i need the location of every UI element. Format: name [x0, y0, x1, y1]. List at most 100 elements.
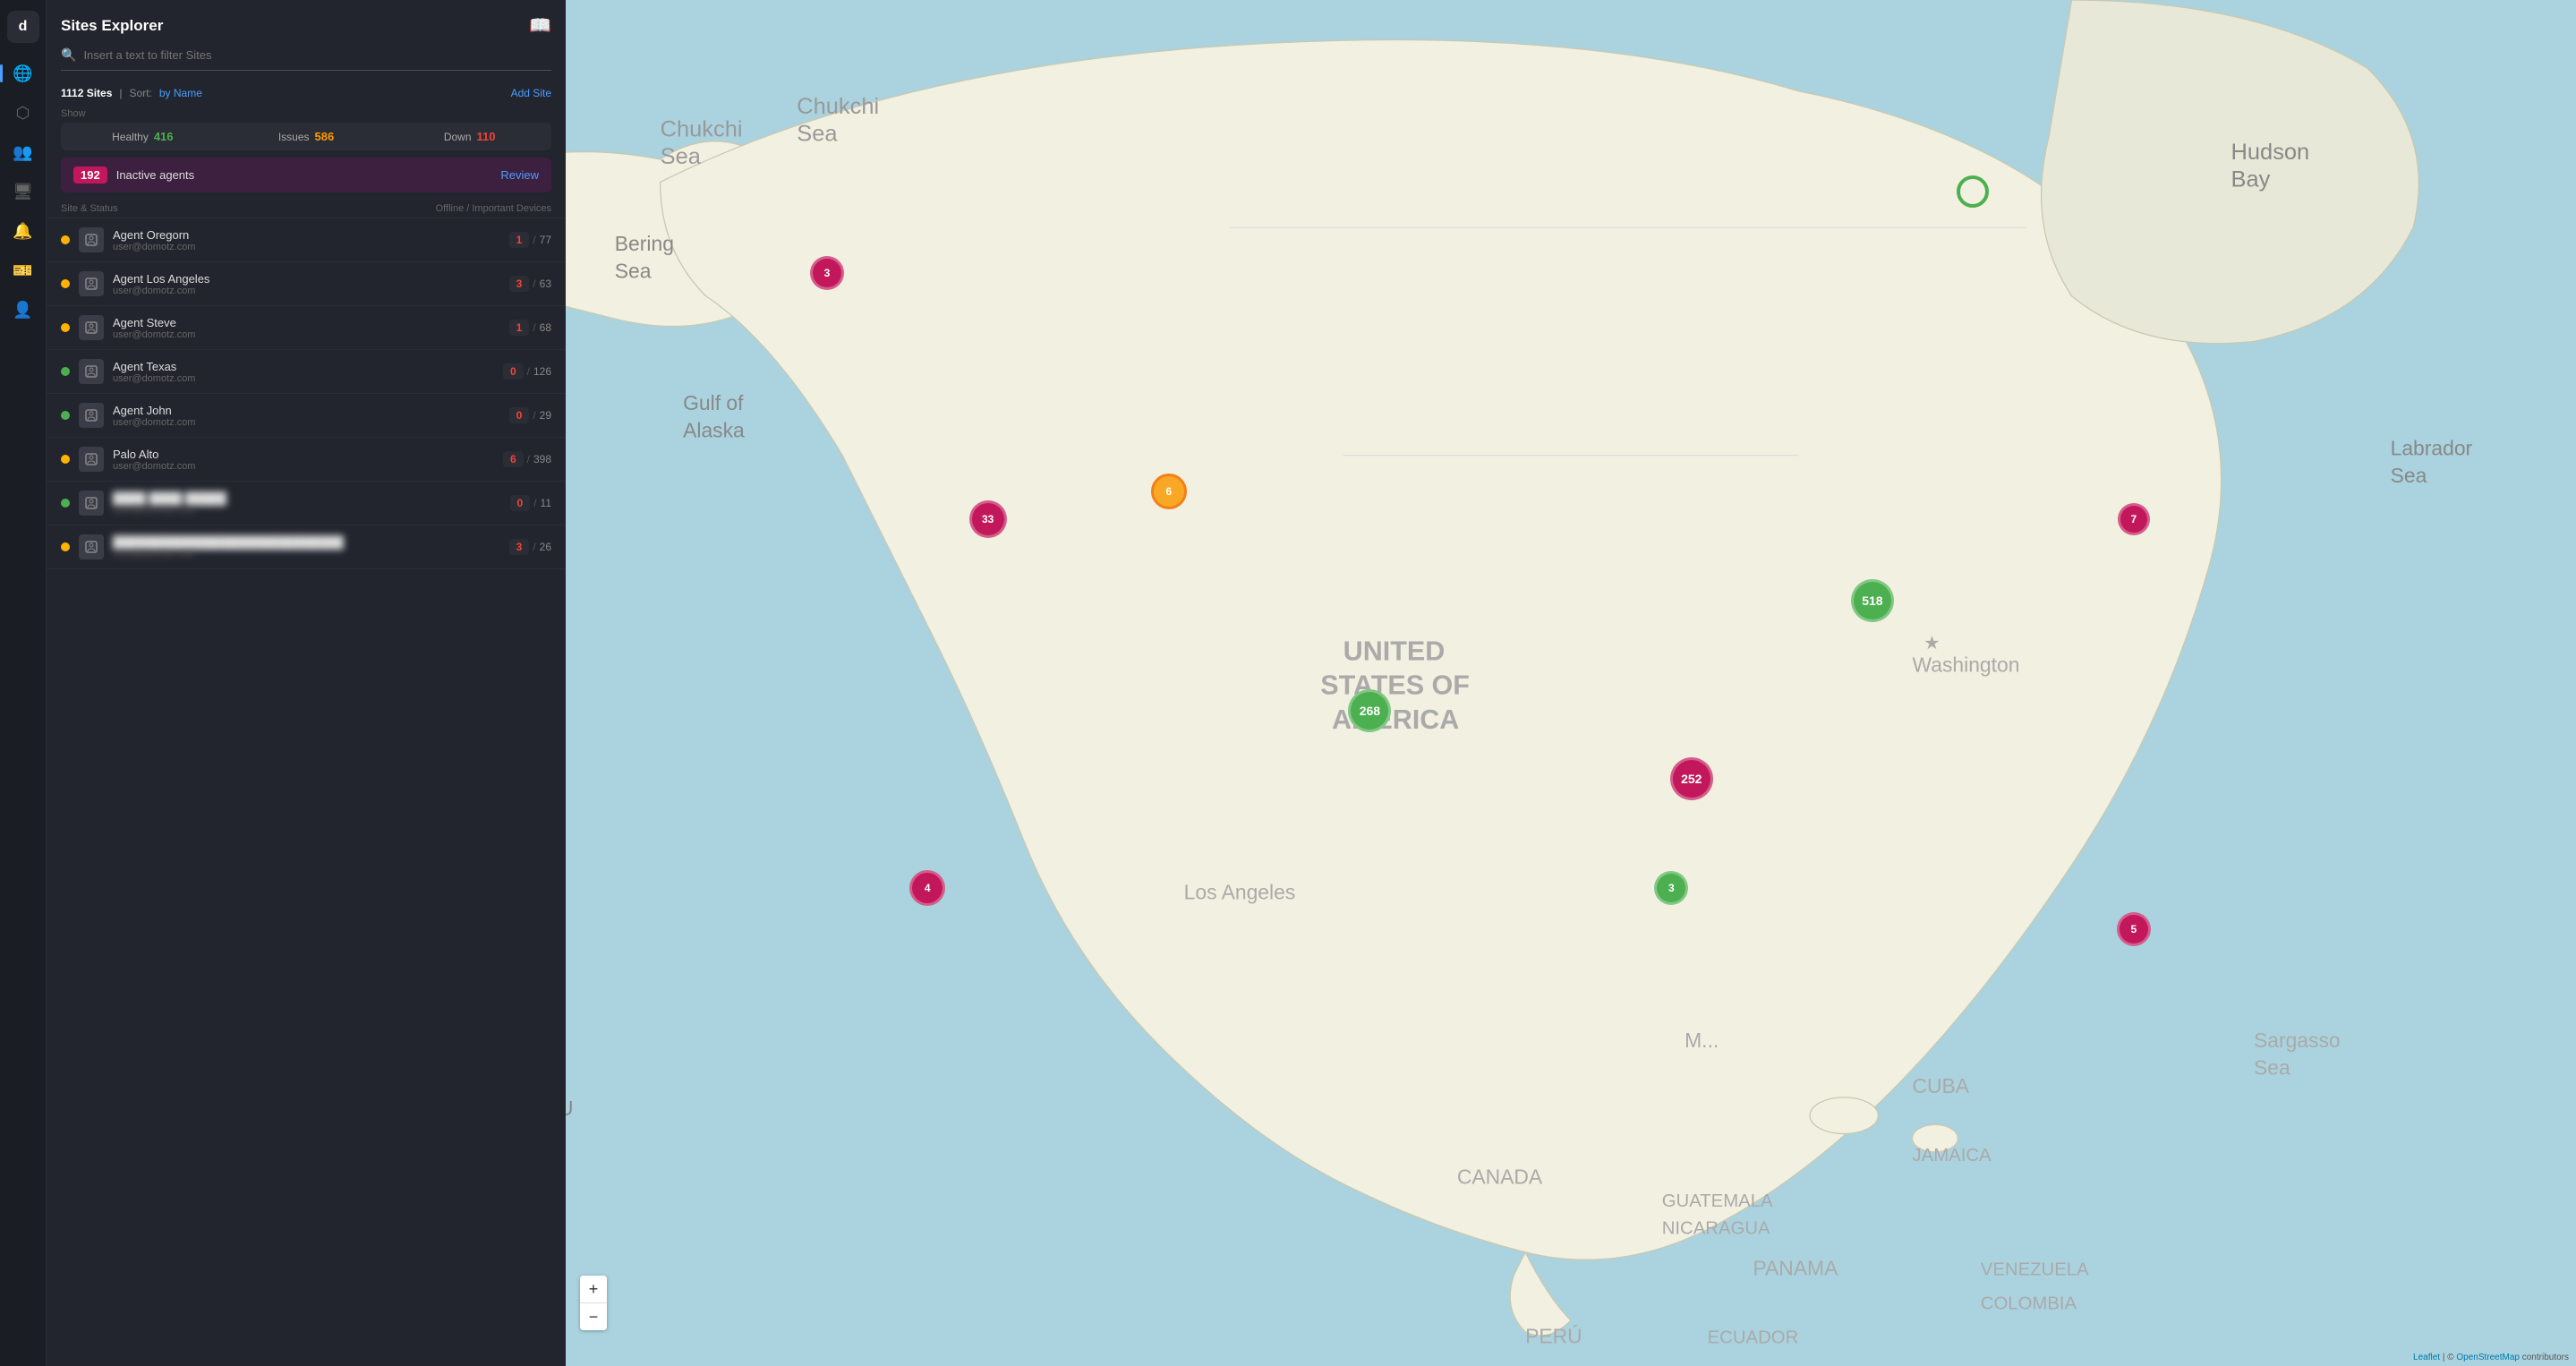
zoom-out-button[interactable]: −	[580, 1303, 607, 1330]
stat-total: 398	[533, 453, 551, 465]
site-email: user@domotz.com	[113, 505, 501, 516]
stat-total: 77	[540, 234, 551, 246]
map-marker-m5[interactable]: 7	[2118, 503, 2150, 535]
nav-user[interactable]: 👤	[7, 294, 39, 326]
site-stats: 0 / 29	[509, 407, 551, 423]
stat-offline: 3	[509, 539, 530, 555]
pipe-separator: |	[119, 87, 122, 99]
svg-text:M...: M...	[1685, 1029, 1719, 1052]
map-marker-m10[interactable]: 3	[1654, 871, 1688, 905]
svg-text:COLOMBIA: COLOMBIA	[1981, 1293, 2077, 1313]
list-item[interactable]: Agent Oregorn user@domotz.com 1 / 77	[47, 218, 566, 262]
svg-text:NICARAGUA: NICARAGUA	[1662, 1218, 1770, 1238]
site-stats: 0 / 126	[503, 363, 551, 380]
svg-text:VENEZUELA: VENEZUELA	[1981, 1259, 2089, 1279]
svg-text:STATES OF: STATES OF	[1320, 670, 1470, 701]
zoom-in-button[interactable]: +	[580, 1276, 607, 1302]
map-attribution: Leaflet | © OpenStreetMap contributors	[2413, 1353, 2569, 1362]
site-icon	[79, 491, 104, 516]
list-header-left: Site & Status	[61, 203, 118, 214]
site-name: Agent Steve	[113, 316, 500, 329]
stat-offline: 0	[503, 363, 524, 380]
add-site-button[interactable]: Add Site	[511, 87, 551, 99]
nav-users[interactable]: 👥	[7, 136, 39, 168]
healthy-count: 416	[154, 130, 174, 143]
search-input[interactable]	[83, 48, 551, 62]
sites-list: Agent Oregorn user@domotz.com 1 / 77 Age…	[47, 218, 566, 1366]
site-info: Agent Texas user@domotz.com	[113, 360, 494, 384]
site-name: Agent Los Angeles	[113, 272, 500, 286]
list-item[interactable]: Agent Los Angeles user@domotz.com 3 / 63	[47, 262, 566, 306]
stat-total: 26	[540, 541, 551, 553]
svg-text:Sea: Sea	[2391, 464, 2427, 487]
inactive-banner: 192 Inactive agents Review	[61, 158, 551, 192]
map-marker-m3[interactable]: 6	[1151, 474, 1187, 509]
nav-network[interactable]: ⬡	[7, 97, 39, 129]
down-label: Down	[444, 131, 472, 143]
stat-divider: /	[533, 409, 535, 422]
list-item[interactable]: ████ ████ █████ user@domotz.com 0 / 11	[47, 482, 566, 525]
map-marker-m4[interactable]	[1957, 175, 1989, 208]
svg-text:Hudson: Hudson	[2231, 140, 2310, 165]
list-item[interactable]: Agent Steve user@domotz.com 1 / 68	[47, 306, 566, 350]
stat-divider: /	[527, 453, 530, 465]
site-stats: 6 / 398	[503, 451, 551, 467]
inactive-badge: 192	[73, 166, 107, 184]
leaflet-link[interactable]: Leaflet	[2413, 1353, 2440, 1362]
site-icon	[79, 227, 104, 252]
review-link[interactable]: Review	[500, 168, 539, 182]
list-item[interactable]: Agent John user@domotz.com 0 / 29	[47, 394, 566, 438]
stat-divider: /	[533, 234, 535, 246]
issues-filter-button[interactable]: Issues 586	[225, 123, 388, 150]
svg-text:TOKELAU: TOKELAU	[566, 1097, 574, 1120]
site-name: Agent John	[113, 404, 500, 417]
svg-text:CUBA: CUBA	[1913, 1074, 1970, 1097]
stat-divider: /	[533, 541, 535, 553]
map-marker-m11[interactable]: 5	[2117, 912, 2151, 946]
healthy-filter-button[interactable]: Healthy 416	[61, 123, 225, 150]
site-name: Palo Alto	[113, 448, 494, 461]
nav-ticket[interactable]: 🎫	[7, 254, 39, 286]
book-icon: 📖	[529, 14, 551, 37]
nav-monitor[interactable]: 🖥	[7, 175, 39, 208]
left-nav: d 🌐 ⬡ 👥 🖥 🔔 🎫 👤	[0, 0, 47, 1366]
osm-link[interactable]: OpenStreetMap	[2456, 1353, 2520, 1362]
sort-label: Sort:	[130, 87, 152, 99]
map-marker-m6[interactable]: 518	[1851, 579, 1894, 622]
list-item[interactable]: Agent Texas user@domotz.com 0 / 126	[47, 350, 566, 394]
list-item[interactable]: ████████████████████████████ user@domotz…	[47, 525, 566, 569]
site-icon	[79, 271, 104, 296]
site-info: Agent Steve user@domotz.com	[113, 316, 500, 340]
map-marker-m2[interactable]: 33	[969, 500, 1007, 538]
site-info: ████ ████ █████ user@domotz.com	[113, 491, 501, 516]
site-name: ████████████████████████████	[113, 535, 500, 549]
list-item[interactable]: Palo Alto user@domotz.com 6 / 398	[47, 438, 566, 482]
down-filter-button[interactable]: Down 110	[388, 123, 551, 150]
stat-total: 29	[540, 409, 551, 422]
site-stats: 1 / 77	[509, 232, 551, 248]
svg-text:Alaska: Alaska	[683, 418, 745, 441]
site-email: user@domotz.com	[113, 373, 494, 384]
map-marker-m1[interactable]: 3	[810, 256, 844, 290]
status-dot	[61, 323, 70, 332]
site-name: Agent Texas	[113, 360, 494, 373]
map-area: Chukchi Sea Chukchi Sea Bering Sea Gulf …	[566, 0, 2576, 1366]
svg-text:Gulf of: Gulf of	[683, 391, 744, 414]
svg-text:GUATEMALA: GUATEMALA	[1662, 1191, 1773, 1211]
list-header: Site & Status Offline / Important Device…	[47, 200, 566, 218]
svg-text:ECUADOR: ECUADOR	[1708, 1328, 1799, 1348]
svg-text:PERÚ: PERÚ	[1525, 1325, 1582, 1348]
map-marker-m7[interactable]: 268	[1348, 689, 1391, 732]
svg-text:UNITED: UNITED	[1343, 636, 1446, 667]
status-dot	[61, 499, 70, 508]
nav-bell[interactable]: 🔔	[7, 215, 39, 247]
site-email: user@domotz.com	[113, 242, 500, 252]
nav-globe[interactable]: 🌐	[7, 57, 39, 90]
status-dot	[61, 411, 70, 420]
site-info: Agent John user@domotz.com	[113, 404, 500, 428]
site-email: user@domotz.com	[113, 461, 494, 472]
map-marker-m8[interactable]: 252	[1670, 757, 1713, 800]
map-marker-m9[interactable]: 4	[909, 870, 945, 906]
sort-value[interactable]: by Name	[159, 87, 202, 99]
svg-text:Sea: Sea	[2254, 1055, 2290, 1079]
